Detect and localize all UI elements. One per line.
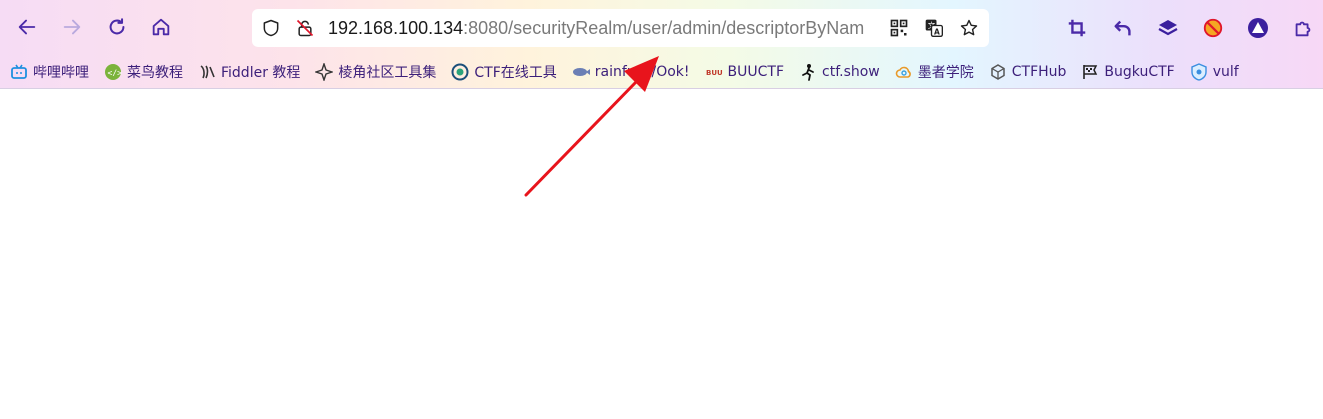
toolbar: 192.168.100.134:8080/securityRealm/user/… bbox=[0, 0, 1323, 56]
runoob-icon: </> bbox=[104, 63, 122, 81]
layers-icon bbox=[1158, 20, 1178, 36]
bookmark-label: vulf bbox=[1212, 64, 1239, 80]
undo-icon bbox=[1114, 20, 1131, 36]
reload-button[interactable] bbox=[100, 10, 134, 44]
puzzle-icon bbox=[1295, 21, 1311, 37]
bookmark-item[interactable]: Fiddler 教程 bbox=[198, 62, 300, 82]
translate-icon[interactable]: 文A bbox=[923, 17, 945, 39]
undo-extension-button[interactable] bbox=[1108, 13, 1138, 43]
triangle-circle-icon bbox=[1248, 18, 1268, 38]
insecure-lock-icon[interactable] bbox=[294, 17, 316, 39]
crop-extension-button[interactable] bbox=[1062, 13, 1092, 43]
url-host: 192.168.100.134 bbox=[328, 18, 464, 38]
browser-chrome: 192.168.100.134:8080/securityRealm/user/… bbox=[0, 0, 1323, 89]
runner-icon bbox=[799, 63, 817, 81]
bookmark-item[interactable]: 棱角社区工具集 bbox=[315, 62, 436, 82]
forward-button[interactable] bbox=[55, 10, 89, 44]
blocked-extension-button[interactable] bbox=[1198, 13, 1228, 43]
bookmark-label: 墨者学院 bbox=[917, 65, 974, 81]
triangle-extension-button[interactable] bbox=[1243, 13, 1273, 43]
shield-badge-icon bbox=[1190, 63, 1208, 81]
url-text[interactable]: 192.168.100.134:8080/securityRealm/user/… bbox=[328, 9, 888, 47]
svg-text:A: A bbox=[934, 28, 940, 37]
bookmark-label: rainfuck/Ook! bbox=[594, 64, 690, 80]
svg-text:BUU: BUU bbox=[706, 69, 723, 77]
back-button[interactable] bbox=[10, 10, 44, 44]
qr-code-icon[interactable] bbox=[888, 17, 910, 39]
bookmark-label: 菜鸟教程 bbox=[127, 65, 183, 81]
bookmark-label: ctf.show bbox=[822, 64, 880, 80]
arrow-right-icon bbox=[63, 19, 81, 35]
reload-icon bbox=[109, 18, 125, 35]
bookmarks-bar: 哔哩哔哩 </> 菜鸟教程 Fiddler 教程 棱角社区工具集 CTF在线工具… bbox=[0, 56, 1323, 88]
star-shape-icon bbox=[315, 63, 334, 81]
cube-icon bbox=[989, 63, 1007, 81]
home-icon bbox=[152, 18, 170, 36]
home-button[interactable] bbox=[144, 10, 178, 44]
bookmark-item[interactable]: 哔哩哔哩 bbox=[10, 62, 89, 82]
svg-text:</>: </> bbox=[108, 69, 123, 78]
bookmark-item[interactable]: CTFHub bbox=[989, 63, 1067, 81]
bookmark-label: 哔哩哔哩 bbox=[33, 65, 89, 81]
star-icon[interactable] bbox=[958, 17, 980, 39]
blocked-icon bbox=[1203, 18, 1223, 38]
bookmark-item[interactable]: BugkuCTF bbox=[1081, 63, 1175, 81]
page-content bbox=[0, 89, 1323, 419]
bookmark-item[interactable]: 墨者学院 bbox=[895, 62, 974, 82]
layers-extension-button[interactable] bbox=[1153, 13, 1183, 43]
bookmark-label: Fiddler 教程 bbox=[221, 65, 301, 81]
shield-icon[interactable] bbox=[260, 17, 282, 39]
bookmark-item[interactable]: ctf.show bbox=[799, 63, 880, 81]
fish-icon bbox=[572, 63, 590, 81]
bookmark-label: CTF在线工具 bbox=[474, 65, 557, 81]
bookmark-label: CTFHub bbox=[1011, 64, 1067, 80]
bookmark-label: 棱角社区工具集 bbox=[338, 65, 437, 81]
bookmark-item[interactable]: rainfuck/Ook! bbox=[572, 63, 690, 81]
bookmark-label: BugkuCTF bbox=[1104, 64, 1175, 80]
fiddler-icon bbox=[198, 63, 216, 81]
ctf-icon bbox=[451, 63, 469, 81]
arrow-left-icon bbox=[18, 19, 36, 35]
url-path: :8080/securityRealm/user/admin/descripto… bbox=[463, 18, 865, 38]
buu-icon: BUU bbox=[705, 63, 723, 81]
cloud-icon bbox=[895, 63, 913, 81]
bookmark-item[interactable]: vulf bbox=[1190, 63, 1239, 81]
extensions-button[interactable] bbox=[1288, 13, 1318, 43]
flag-icon bbox=[1081, 63, 1099, 81]
bookmark-item[interactable]: </> 菜鸟教程 bbox=[104, 62, 183, 82]
bookmark-item[interactable]: CTF在线工具 bbox=[451, 62, 557, 82]
bookmark-item[interactable]: BUU BUUCTF bbox=[705, 63, 784, 81]
crop-icon bbox=[1068, 19, 1086, 37]
bookmark-label: BUUCTF bbox=[727, 64, 785, 80]
tv-icon bbox=[10, 63, 28, 81]
address-bar[interactable]: 192.168.100.134:8080/securityRealm/user/… bbox=[252, 9, 989, 47]
